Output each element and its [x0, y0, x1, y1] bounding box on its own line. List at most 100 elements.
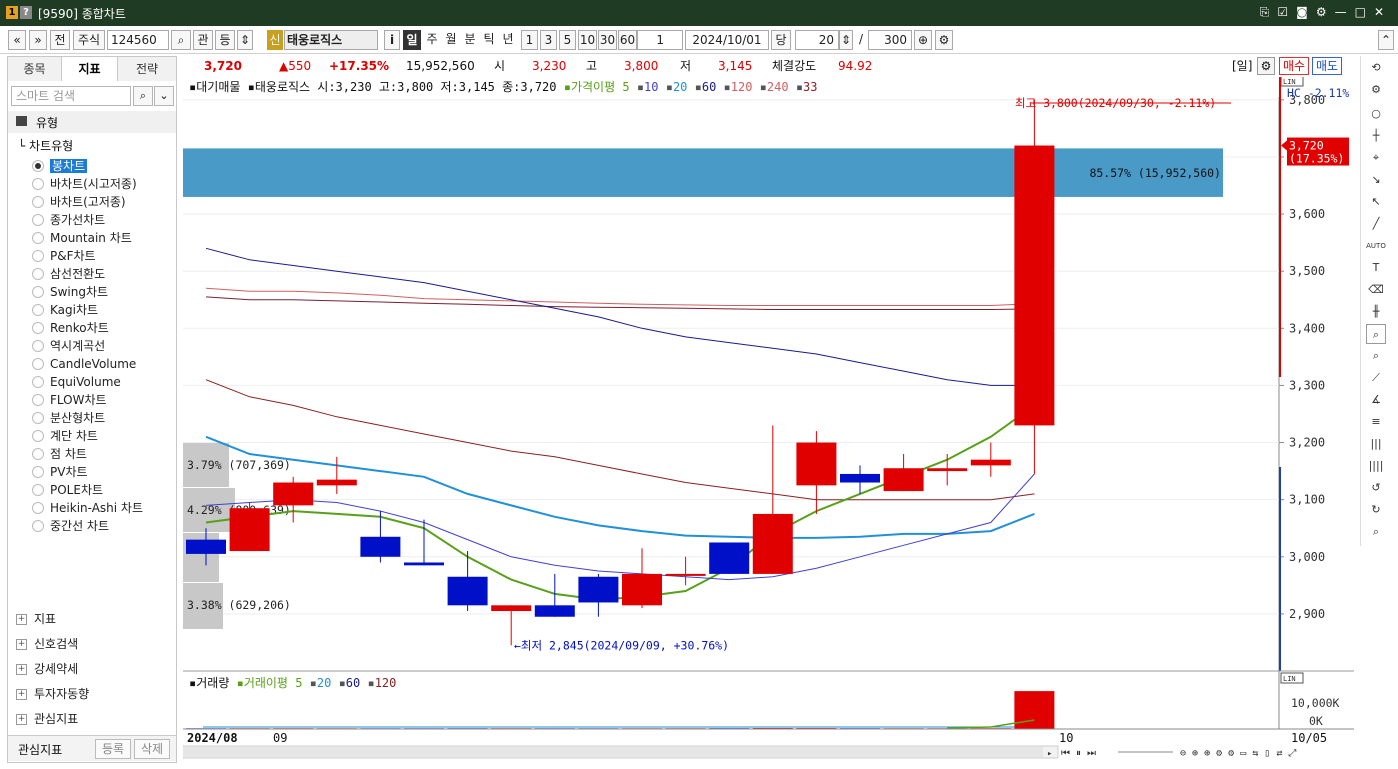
candle-body[interactable] — [578, 576, 619, 603]
redo-icon[interactable]: ↻ — [1366, 500, 1386, 520]
chart-type-option[interactable]: 삼선전환도 — [32, 265, 105, 283]
interval-10-button[interactable]: 10 — [578, 30, 597, 50]
section-indicator[interactable]: + 지표 — [16, 608, 56, 630]
period-tick-tab[interactable]: 틱 — [480, 30, 498, 50]
updown-button[interactable]: 등 — [215, 30, 235, 50]
candle-body[interactable] — [927, 468, 968, 472]
search-icon[interactable]: ⌕ — [1366, 522, 1386, 542]
radio-icon[interactable] — [32, 502, 44, 514]
radio-icon[interactable] — [32, 214, 44, 226]
interval-3-button[interactable]: 3 — [540, 30, 557, 50]
radio-icon[interactable] — [32, 178, 44, 190]
zoom-list-icon[interactable]: ⌕ — [1366, 346, 1386, 366]
radio-icon[interactable] — [32, 268, 44, 280]
camera-icon[interactable]: ◙ — [1296, 5, 1308, 20]
period-minute-tab[interactable]: 분 — [461, 30, 479, 50]
chart-type-option[interactable]: Renko차트 — [32, 319, 109, 337]
chart-type-option[interactable]: Swing차트 — [32, 283, 108, 301]
price-chart-svg[interactable]: 3,8003,7003,6003,5003,4003,3003,2003,100… — [182, 75, 1354, 763]
count-stepper[interactable]: ⇕ — [839, 30, 853, 50]
per-button[interactable]: 당 — [771, 30, 791, 50]
prev-history-button[interactable]: « — [8, 30, 26, 50]
radio-icon[interactable] — [32, 484, 44, 496]
section-favorite[interactable]: + 관심지표 — [16, 708, 78, 730]
spin-icon[interactable]: ⇕ — [237, 30, 253, 50]
sell-button[interactable]: 매도 — [1312, 57, 1342, 75]
interval-5-button[interactable]: 5 — [559, 30, 576, 50]
candle-body[interactable] — [752, 513, 793, 574]
link-icon[interactable]: ⎘ — [1260, 5, 1270, 20]
candle-body[interactable] — [665, 573, 706, 576]
period-week-tab[interactable]: 주 — [423, 30, 441, 50]
chart-type-option[interactable]: P&F차트 — [32, 247, 96, 265]
period-day-tab[interactable]: 일 — [403, 30, 421, 50]
candle-body[interactable] — [491, 605, 532, 612]
smart-search-input[interactable]: 스마트 검색 — [11, 86, 131, 106]
radio-icon[interactable] — [32, 358, 44, 370]
radio-icon[interactable] — [32, 394, 44, 406]
search-icon[interactable]: ⌕ — [133, 86, 153, 106]
line-icon[interactable]: ╱ — [1366, 214, 1386, 234]
related-button[interactable]: 관 — [193, 30, 213, 50]
zoom-plus-icon[interactable]: ⊕ — [914, 30, 932, 50]
measure-icon[interactable]: ⟋ — [1366, 368, 1386, 388]
register-button[interactable]: 등록 — [95, 739, 131, 759]
interval-1-button[interactable]: 1 — [521, 30, 538, 50]
radio-icon[interactable] — [32, 160, 44, 172]
chart-type-option[interactable]: FLOW차트 — [32, 391, 107, 409]
chart-type-option[interactable]: PV차트 — [32, 463, 88, 481]
auto-icon[interactable]: AUTO — [1366, 236, 1386, 256]
group-header[interactable]: 유형 — [8, 111, 176, 133]
date-input[interactable]: 2024/10/01 — [685, 30, 769, 50]
radio-icon[interactable] — [32, 340, 44, 352]
chart-type-option[interactable]: 분산형차트 — [32, 409, 105, 427]
chart-type-option[interactable]: 종가선차트 — [32, 211, 105, 229]
candle-body[interactable] — [970, 459, 1011, 466]
radio-icon[interactable] — [32, 466, 44, 478]
pin-icon[interactable]: ⌖ — [1366, 148, 1386, 168]
radio-icon[interactable] — [32, 250, 44, 262]
grid-lines-icon[interactable]: |||| — [1366, 456, 1386, 476]
candle-body[interactable] — [709, 542, 750, 574]
candle-icon[interactable]: ╫ — [1366, 302, 1386, 322]
chart-type-option[interactable]: 바차트(고저종) — [32, 193, 126, 211]
candle-body[interactable] — [316, 479, 357, 486]
chart-type-option[interactable]: EquiVolume — [32, 373, 121, 391]
tab-strategy[interactable]: 전략 — [118, 57, 176, 81]
count-input[interactable]: 20 — [795, 30, 839, 50]
section-investor[interactable]: + 투자자동향 — [16, 683, 89, 705]
settings-icon[interactable]: ⚙ — [935, 30, 953, 50]
section-signal[interactable]: + 신호검색 — [16, 633, 78, 655]
radio-icon[interactable] — [32, 286, 44, 298]
candle-body[interactable] — [840, 473, 880, 483]
close-icon[interactable]: ✕ — [1374, 5, 1384, 20]
radio-icon[interactable] — [32, 412, 44, 424]
radio-icon[interactable] — [32, 232, 44, 244]
radio-icon[interactable] — [32, 304, 44, 316]
fan-icon[interactable]: ∡ — [1366, 390, 1386, 410]
circle-icon[interactable]: ○ — [1366, 104, 1386, 124]
text-icon[interactable]: T — [1366, 258, 1386, 278]
candle-body[interactable] — [534, 605, 575, 617]
delete-button[interactable]: 삭제 — [134, 739, 170, 759]
maximize-icon[interactable]: □ — [1355, 5, 1366, 20]
candle-body[interactable] — [622, 573, 662, 606]
chart-type-option[interactable]: Mountain 차트 — [32, 229, 132, 247]
total-input[interactable]: 300 — [868, 30, 912, 50]
scrollbar-thumb[interactable] — [183, 747, 1043, 757]
info-button[interactable]: i — [384, 30, 400, 50]
period-month-tab[interactable]: 월 — [442, 30, 460, 50]
chart-type-option[interactable]: Heikin-Ashi 차트 — [32, 499, 143, 517]
candle-body[interactable] — [229, 508, 270, 552]
toolbar-collapse-icon[interactable]: ⌃ — [1378, 30, 1394, 50]
fibo-icon[interactable]: ≡ — [1366, 412, 1386, 432]
history-dropdown-button[interactable]: » — [29, 30, 47, 50]
candle-body[interactable] — [1014, 145, 1055, 426]
interval-60-button[interactable]: 60 — [618, 30, 637, 50]
candle-body[interactable] — [447, 576, 488, 606]
chart-area[interactable]: 3,8003,7003,6003,5003,4003,3003,2003,100… — [182, 75, 1354, 763]
chart-type-option[interactable]: POLE차트 — [32, 481, 103, 499]
radio-icon[interactable] — [32, 196, 44, 208]
chart-type-option[interactable]: 점 차트 — [32, 445, 87, 463]
radio-icon[interactable] — [32, 520, 44, 532]
